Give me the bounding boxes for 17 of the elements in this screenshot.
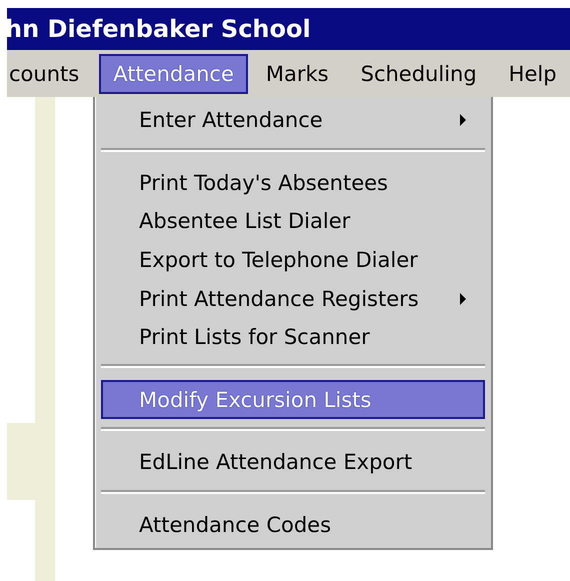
menu-item[interactable]: Modify Excursion Lists — [101, 380, 485, 419]
menu-item[interactable]: Print Lists for Scanner — [101, 318, 485, 356]
menu-bar-item[interactable]: Help — [494, 54, 570, 94]
menu-bar-item[interactable]: Attendance — [99, 54, 248, 94]
submenu-arrow-icon — [459, 114, 467, 126]
menu-item[interactable]: Enter Attendance — [101, 101, 485, 140]
menu-item[interactable]: Attendance Codes — [101, 506, 485, 544]
window-title: hn Diefenbaker School — [7, 15, 311, 43]
menu-item[interactable]: Export to Telephone Dialer — [101, 240, 485, 280]
menu-item[interactable]: Print Today's Absentees — [101, 164, 485, 202]
menu-item[interactable]: Absentee List Dialer — [101, 202, 485, 241]
menu-item[interactable]: Print Attendance Registers — [101, 279, 485, 318]
submenu-arrow-icon — [459, 292, 467, 305]
menu-item[interactable]: EdLine Attendance Export — [101, 442, 485, 482]
menu-bar-item[interactable]: Marks — [252, 54, 343, 94]
menu-bar-item[interactable]: Scheduling — [346, 54, 491, 94]
menu-bar-item[interactable]: counts — [7, 54, 94, 94]
